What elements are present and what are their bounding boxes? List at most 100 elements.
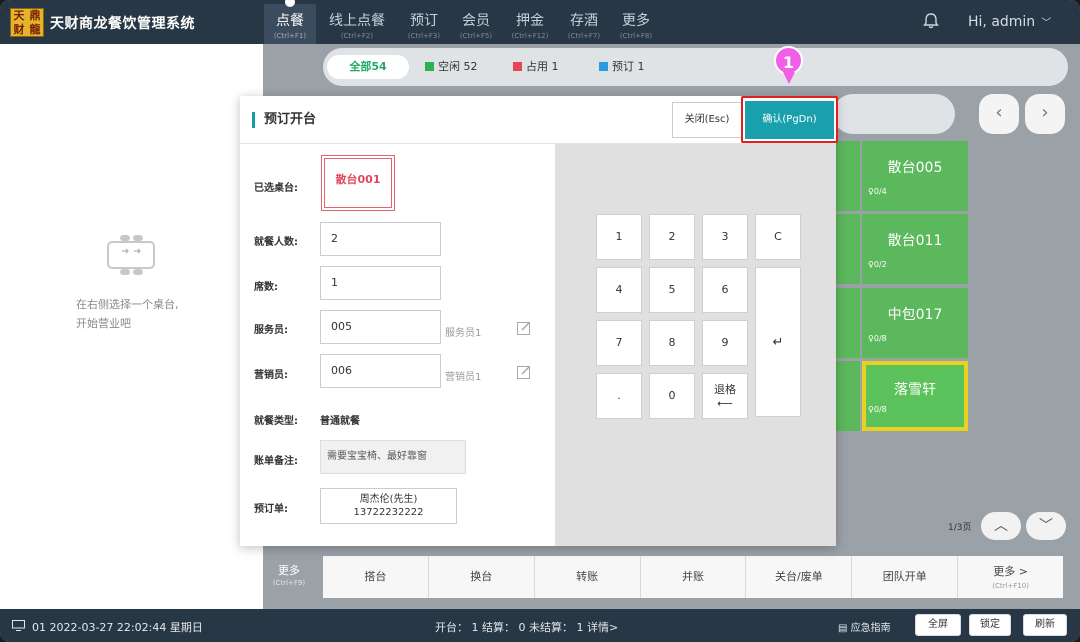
filter-all[interactable]: 全部54 bbox=[327, 55, 409, 79]
nav-tab-label: 存酒 bbox=[570, 13, 598, 29]
order-name: 周杰伦(先生) bbox=[359, 494, 418, 505]
order-field[interactable]: 周杰伦(先生) 13722232222 bbox=[320, 488, 457, 524]
nav-tab-deposit[interactable]: 押金 (Ctrl+F12) bbox=[506, 4, 554, 44]
table-count: ♀0/4 bbox=[868, 187, 887, 196]
nav-tab-order[interactable]: 点餐 (Ctrl+F1) bbox=[264, 4, 316, 44]
table-tile-selected[interactable]: 落雪轩 ♀0/8 bbox=[862, 361, 968, 431]
key-dot[interactable]: . bbox=[596, 373, 642, 419]
key-backspace[interactable]: 退格 ⟵ bbox=[702, 373, 748, 419]
nav-tab-wine-storage[interactable]: 存酒 (Ctrl+F7) bbox=[562, 4, 606, 44]
edit-icon[interactable] bbox=[516, 320, 532, 336]
action-change-table[interactable]: 换台 bbox=[429, 556, 535, 598]
more-shortcut: (Ctrl+F10) bbox=[992, 582, 1029, 590]
nav-tab-shortcut: (Ctrl+F1) bbox=[273, 32, 307, 40]
action-more[interactable]: 更多 > (Ctrl+F10) bbox=[958, 556, 1063, 598]
page-up-button[interactable]: ︿ bbox=[981, 512, 1021, 540]
nav-tab-member[interactable]: 会员 (Ctrl+F5) bbox=[454, 4, 498, 44]
status-stats[interactable]: 开台： 1 结算： 0 未结算： 1 详情> bbox=[435, 619, 618, 635]
table-tile[interactable]: 中包017 ♀0/8 bbox=[862, 288, 968, 358]
action-transfer[interactable]: 转账 bbox=[535, 556, 641, 598]
filter-occupied[interactable]: 占用 1 bbox=[513, 55, 559, 79]
step-badge: 1 bbox=[774, 46, 803, 84]
dining-table-icon bbox=[107, 235, 155, 275]
filter-label: 占用 1 bbox=[526, 60, 559, 73]
key-4[interactable]: 4 bbox=[596, 267, 642, 313]
key-enter[interactable]: ↵ bbox=[755, 267, 801, 417]
nav-tab-shortcut: (Ctrl+F8) bbox=[619, 32, 653, 40]
sales-label: 营销员: bbox=[254, 370, 288, 381]
key-clear[interactable]: C bbox=[755, 214, 801, 260]
action-group-order[interactable]: 团队开单 bbox=[852, 556, 959, 598]
key-9[interactable]: 9 bbox=[702, 320, 748, 366]
key-3[interactable]: 3 bbox=[702, 214, 748, 260]
nav-tab-shortcut: (Ctrl+F5) bbox=[459, 32, 493, 40]
nav-tab-online-order[interactable]: 线上点餐 (Ctrl+F2) bbox=[324, 4, 390, 44]
selected-table-name: 散台001 bbox=[324, 158, 392, 208]
nav-tab-label: 线上点餐 bbox=[329, 13, 385, 29]
emergency-guide[interactable]: ▤ 应急指南 bbox=[838, 619, 891, 634]
more-shortcut: (Ctrl+F9) bbox=[272, 579, 306, 587]
next-arrow-button[interactable]: › bbox=[1025, 94, 1065, 134]
lock-button[interactable]: 锁定 bbox=[969, 614, 1011, 636]
user-menu[interactable]: Hi, admin ﹀ bbox=[968, 14, 1051, 30]
filter-free[interactable]: 空闲 52 bbox=[425, 55, 478, 79]
nav-tab-label: 点餐 bbox=[276, 13, 304, 29]
sales-input[interactable]: 006 bbox=[320, 354, 441, 388]
key-2[interactable]: 2 bbox=[649, 214, 695, 260]
remark-field[interactable]: 需要宝宝椅、最好靠窗 bbox=[320, 440, 466, 474]
top-bar: 天 鼎 财 龍 天财商龙餐饮管理系统 点餐 (Ctrl+F1) 线上点餐 (Ct… bbox=[0, 0, 1080, 44]
filter-reserved[interactable]: 预订 1 bbox=[599, 55, 645, 79]
reservation-open-dialog: 预订开台 关闭(Esc) 确认(PgDn) 已选桌台: 散台001 就餐人数: … bbox=[240, 96, 836, 546]
page-down-button[interactable]: ﹀ bbox=[1026, 512, 1066, 540]
key-6[interactable]: 6 bbox=[702, 267, 748, 313]
prev-arrow-button[interactable]: ‹ bbox=[979, 94, 1019, 134]
key-5[interactable]: 5 bbox=[649, 267, 695, 313]
nav-tab-shortcut: (Ctrl+F7) bbox=[567, 32, 601, 40]
nav-tab-label: 会员 bbox=[462, 13, 490, 29]
fullscreen-button[interactable]: 全屏 bbox=[915, 614, 961, 636]
selected-table[interactable]: 散台001 bbox=[321, 155, 395, 211]
table-name: 散台011 bbox=[887, 233, 943, 249]
logo: 天 鼎 财 龍 bbox=[10, 8, 44, 37]
remark-label: 账单备注: bbox=[254, 456, 298, 467]
table-tile[interactable]: 散台005 ♀0/4 bbox=[862, 141, 968, 211]
logo-char: 财 bbox=[13, 22, 25, 36]
search-bar[interactable] bbox=[833, 94, 955, 134]
action-close-void[interactable]: 关台/废单 bbox=[746, 556, 853, 598]
backspace-label: 退格 bbox=[714, 383, 736, 396]
filter-label: 空闲 52 bbox=[438, 60, 478, 73]
chevron-down-icon: ﹀ bbox=[1041, 18, 1052, 29]
key-1[interactable]: 1 bbox=[596, 214, 642, 260]
action-merge[interactable]: 并账 bbox=[641, 556, 747, 598]
guests-input[interactable]: 2 bbox=[320, 222, 441, 256]
monitor-icon bbox=[12, 620, 25, 631]
key-8[interactable]: 8 bbox=[649, 320, 695, 366]
close-button[interactable]: 关闭(Esc) bbox=[672, 102, 742, 138]
reserved-swatch bbox=[599, 62, 608, 71]
bell-icon[interactable] bbox=[921, 11, 941, 31]
refresh-button[interactable]: 刷新 bbox=[1023, 614, 1067, 636]
guests-label: 就餐人数: bbox=[254, 237, 298, 248]
nav-tab-label: 更多 bbox=[622, 13, 650, 29]
app-name: 天财商龙餐饮管理系统 bbox=[50, 16, 195, 32]
nav-tab-label: 押金 bbox=[516, 13, 544, 29]
action-share-table[interactable]: 搭台 bbox=[323, 556, 429, 598]
nav-tab-reservation[interactable]: 预订 (Ctrl+F3) bbox=[402, 4, 446, 44]
left-hint: 在右侧选择一个桌台, 开始营业吧 bbox=[76, 295, 179, 333]
table-tile[interactable]: 散台011 ♀0/2 bbox=[862, 214, 968, 284]
more-left-button[interactable]: 更多 (Ctrl+F9) bbox=[265, 552, 313, 598]
nav-tab-shortcut: (Ctrl+F2) bbox=[340, 32, 374, 40]
key-7[interactable]: 7 bbox=[596, 320, 642, 366]
order-phone: 13722232222 bbox=[353, 507, 424, 518]
filter-label: 预订 1 bbox=[612, 60, 645, 73]
waiter-label: 服务员: bbox=[254, 325, 288, 336]
nav-tab-more[interactable]: 更多 (Ctrl+F8) bbox=[614, 4, 658, 44]
hint-line: 在右侧选择一个桌台, bbox=[76, 298, 179, 311]
edit-icon[interactable] bbox=[516, 364, 532, 380]
status-datetime: 01 2022-03-27 22:02:44 星期日 bbox=[32, 621, 203, 634]
table-count-input[interactable]: 1 bbox=[320, 266, 441, 300]
key-0[interactable]: 0 bbox=[649, 373, 695, 419]
numeric-keypad: 1 2 3 C 4 5 6 ↵ 7 8 9 . 0 退格 ⟵ bbox=[555, 144, 836, 546]
waiter-input[interactable]: 005 bbox=[320, 310, 441, 344]
logo-char: 龍 bbox=[29, 22, 41, 36]
